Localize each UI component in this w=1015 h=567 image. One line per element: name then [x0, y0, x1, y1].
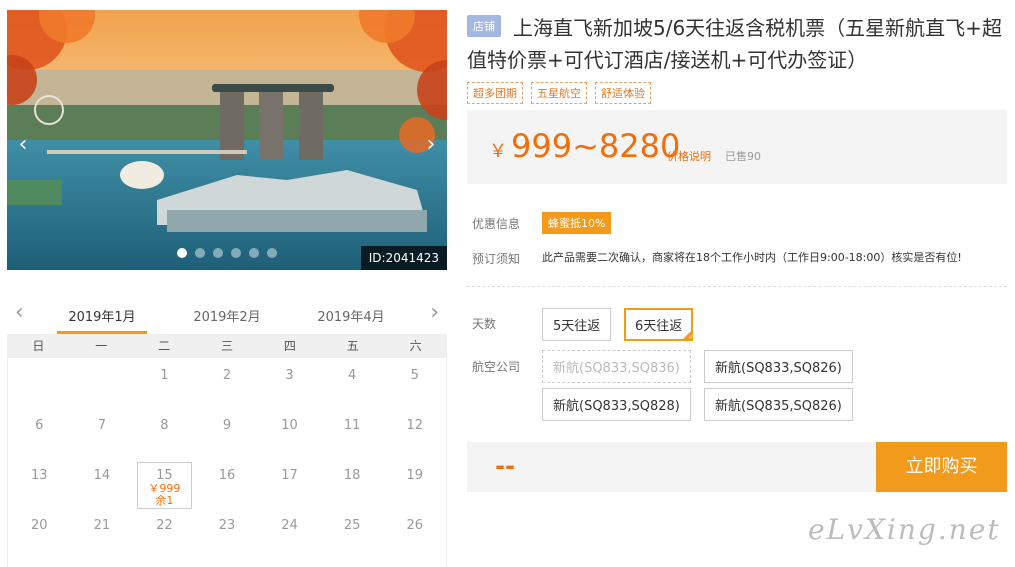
sold-count: 已售90 [725, 150, 761, 163]
hero-carousel[interactable]: ‹ › ID:2041423 [7, 10, 447, 270]
feature-tag: 舒适体验 [595, 82, 651, 104]
calendar-weekday-header: 日 一 二 三 四 五 六 [7, 334, 447, 358]
hero-next-arrow[interactable]: › [421, 130, 441, 160]
product-title: 上海直飞新加坡5/6天往返含税机票（五星新航直飞+超值特价票+可代订酒店/接送机… [467, 16, 1002, 72]
calendar-day: 24 [281, 518, 298, 533]
currency-symbol: ￥ [489, 141, 507, 162]
calendar-grid: 1 2 3 4 5 6 7 8 9 10 11 12 13 14 15 ￥999… [7, 358, 447, 567]
image-id-badge: ID:2041423 [360, 246, 447, 270]
airline-label: 航空公司 [472, 360, 521, 374]
price-explain-link[interactable]: 价格说明 [667, 148, 711, 164]
option-label: 新航(SQ833,SQ836) [553, 361, 680, 376]
month-tab-label: 2019年4月 [317, 310, 385, 325]
calendar-day: 5 [410, 368, 419, 383]
carousel-dot[interactable] [267, 248, 277, 258]
notice-label: 预订须知 [472, 252, 521, 266]
option-label: 新航(SQ835,SQ826) [715, 399, 842, 414]
day-number: 15 [156, 468, 173, 483]
total-price: -- [495, 452, 515, 480]
days-label: 天数 [472, 317, 497, 331]
buy-now-button[interactable]: 立即购买 [876, 442, 1007, 492]
month-tab-label: 2019年2月 [193, 310, 261, 325]
month-tab-label: 2019年1月 [68, 310, 136, 325]
day-option-6[interactable]: 6天往返 [624, 308, 694, 341]
month-tab-3[interactable]: 2019年4月 [306, 306, 396, 325]
price-value: 999~8280 [511, 127, 681, 165]
weekday-label: 二 [158, 339, 171, 353]
discount-badge: 蜂蜜抵10% [542, 212, 612, 234]
calendar-month-nav: ‹ 2019年1月 2019年2月 2019年4月 › [7, 298, 447, 334]
booking-notice: 此产品需要二次确认，商家将在18个工作小时内（工作日9:00-18:00）核实是… [542, 251, 962, 264]
weekday-label: 日 [32, 339, 45, 353]
calendar-day: 20 [31, 518, 48, 533]
calendar-day-available[interactable]: 15 ￥999 余1 [137, 462, 192, 509]
carousel-dots [177, 248, 277, 258]
feature-tag: 五星航空 [531, 82, 587, 104]
section-divider [467, 286, 1007, 287]
weekday-label: 一 [95, 339, 108, 353]
calendar-day: 11 [343, 418, 361, 433]
watermark: eLvXing.net [808, 513, 1001, 546]
calendar-day: 7 [97, 418, 106, 433]
calendar-day: 3 [285, 368, 294, 383]
calendar-day: 18 [343, 468, 361, 483]
calendar-day: 12 [406, 418, 423, 433]
calendar-day: 26 [406, 518, 423, 533]
price-range: ￥ 999~8280 [489, 128, 680, 170]
calendar-day: 14 [93, 468, 111, 483]
calendar-prev-arrow[interactable]: ‹ [15, 300, 24, 325]
airline-option-sq835-sq826[interactable]: 新航(SQ835,SQ826) [704, 388, 853, 421]
hero-prev-arrow[interactable]: ‹ [13, 130, 33, 160]
option-label: 新航(SQ833,SQ828) [553, 399, 680, 414]
calendar-day: 1 [160, 368, 169, 383]
calendar-next-arrow[interactable]: › [430, 300, 439, 325]
weekday-label: 三 [220, 339, 233, 353]
calendar-day: 17 [281, 468, 298, 483]
price-panel: ￥ 999~8280 价格说明 已售90 [467, 110, 1007, 184]
carousel-dot[interactable] [249, 248, 259, 258]
weekday-label: 四 [283, 339, 296, 353]
day-stock: 余1 [155, 494, 174, 507]
feature-tags: 超多团期 五星航空 舒适体验 [467, 82, 651, 104]
feature-tag: 超多团期 [467, 82, 523, 104]
calendar-day [71, 358, 134, 408]
weekday-label: 五 [346, 339, 359, 353]
carousel-dot[interactable] [231, 248, 241, 258]
calendar-day: 8 [160, 418, 169, 433]
calendar-day [8, 358, 71, 408]
airline-option-sq833-sq826[interactable]: 新航(SQ833,SQ826) [704, 350, 853, 383]
carousel-dot[interactable] [213, 248, 223, 258]
calendar-day: 9 [222, 418, 232, 433]
calendar-day: 13 [31, 468, 48, 483]
option-label: 新航(SQ833,SQ826) [715, 361, 842, 376]
option-label: 5天往返 [553, 319, 601, 334]
purchase-bar: -- 立即购买 [467, 442, 1007, 492]
option-label: 6天往返 [635, 319, 683, 334]
calendar-day: 4 [347, 368, 357, 383]
calendar-day: 22 [156, 518, 173, 533]
weekday-label: 六 [409, 339, 422, 353]
airline-option-sq833-sq836[interactable]: 新航(SQ833,SQ836) [542, 350, 691, 383]
carousel-dot[interactable] [195, 248, 205, 258]
hero-image [7, 10, 447, 270]
month-tab-2[interactable]: 2019年2月 [182, 306, 272, 325]
discount-label: 优惠信息 [472, 217, 521, 231]
calendar-day: 25 [343, 518, 361, 533]
calendar-day: 23 [218, 518, 236, 533]
carousel-dot[interactable] [177, 248, 187, 258]
day-option-5[interactable]: 5天往返 [542, 308, 612, 341]
calendar-day: 10 [281, 418, 298, 433]
shop-tag: 店铺 [467, 15, 501, 37]
month-tab-1[interactable]: 2019年1月 [57, 306, 147, 334]
calendar-day: 16 [218, 468, 236, 483]
calendar-day: 6 [35, 418, 44, 433]
calendar-day: 19 [406, 468, 423, 483]
airline-option-sq833-sq828[interactable]: 新航(SQ833,SQ828) [542, 388, 691, 421]
calendar-day: 2 [222, 368, 232, 383]
selected-check-icon [681, 329, 694, 341]
calendar-day: 21 [93, 518, 111, 533]
